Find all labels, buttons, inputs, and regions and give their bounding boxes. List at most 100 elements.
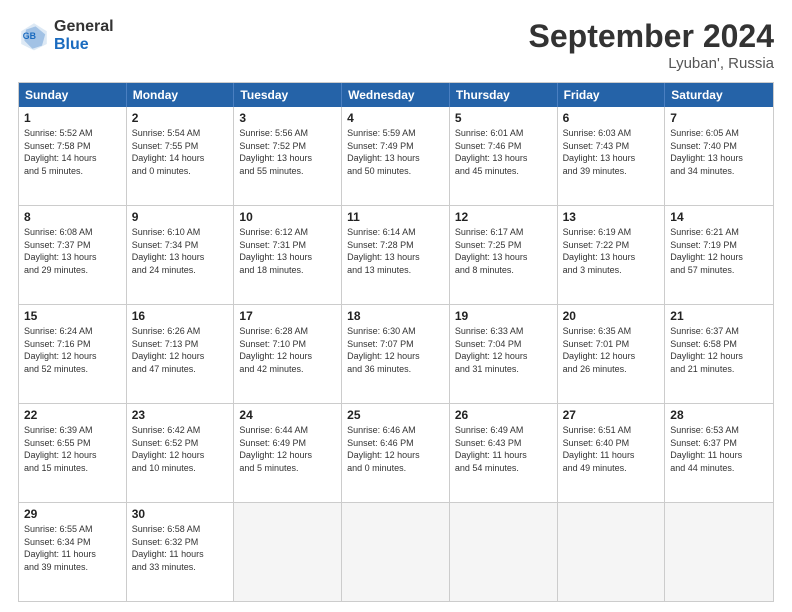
cell-info: Sunrise: 6:51 AMSunset: 6:40 PMDaylight:… [563,424,660,474]
cell-info: Sunrise: 6:49 AMSunset: 6:43 PMDaylight:… [455,424,552,474]
day-number: 12 [455,210,552,224]
cell-info: Sunrise: 6:03 AMSunset: 7:43 PMDaylight:… [563,127,660,177]
page: GB General Blue September 2024 Lyuban', … [0,0,792,612]
svg-text:GB: GB [23,31,36,41]
cell-info: Sunrise: 5:54 AMSunset: 7:55 PMDaylight:… [132,127,229,177]
cell-sun-5: 29 Sunrise: 6:55 AMSunset: 6:34 PMDaylig… [19,503,127,601]
general-blue-logo-icon: GB [18,20,50,52]
cell-mon-1: 2 Sunrise: 5:54 AMSunset: 7:55 PMDayligh… [127,107,235,205]
cell-info: Sunrise: 5:52 AMSunset: 7:58 PMDaylight:… [24,127,121,177]
day-number: 27 [563,408,660,422]
day-number: 20 [563,309,660,323]
cell-info: Sunrise: 6:39 AMSunset: 6:55 PMDaylight:… [24,424,121,474]
month-title: September 2024 [529,18,774,55]
cell-info: Sunrise: 6:01 AMSunset: 7:46 PMDaylight:… [455,127,552,177]
cell-empty-5 [665,503,773,601]
day-number: 10 [239,210,336,224]
day-number: 9 [132,210,229,224]
cell-info: Sunrise: 6:24 AMSunset: 7:16 PMDaylight:… [24,325,121,375]
header-wednesday: Wednesday [342,83,450,107]
calendar-header: Sunday Monday Tuesday Wednesday Thursday… [19,83,773,107]
calendar: Sunday Monday Tuesday Wednesday Thursday… [18,82,774,602]
cell-info: Sunrise: 6:14 AMSunset: 7:28 PMDaylight:… [347,226,444,276]
cell-empty-1 [234,503,342,601]
calendar-row-4: 22 Sunrise: 6:39 AMSunset: 6:55 PMDaylig… [19,403,773,502]
cell-info: Sunrise: 6:08 AMSunset: 7:37 PMDaylight:… [24,226,121,276]
cell-wed-4: 25 Sunrise: 6:46 AMSunset: 6:46 PMDaylig… [342,404,450,502]
cell-tue-3: 17 Sunrise: 6:28 AMSunset: 7:10 PMDaylig… [234,305,342,403]
cell-mon-2: 9 Sunrise: 6:10 AMSunset: 7:34 PMDayligh… [127,206,235,304]
cell-sun-1: 1 Sunrise: 5:52 AMSunset: 7:58 PMDayligh… [19,107,127,205]
header-sunday: Sunday [19,83,127,107]
day-number: 26 [455,408,552,422]
day-number: 2 [132,111,229,125]
location: Lyuban', Russia [529,55,774,72]
day-number: 3 [239,111,336,125]
cell-info: Sunrise: 6:35 AMSunset: 7:01 PMDaylight:… [563,325,660,375]
cell-fri-2: 13 Sunrise: 6:19 AMSunset: 7:22 PMDaylig… [558,206,666,304]
cell-sun-2: 8 Sunrise: 6:08 AMSunset: 7:37 PMDayligh… [19,206,127,304]
header-friday: Friday [558,83,666,107]
cell-info: Sunrise: 6:21 AMSunset: 7:19 PMDaylight:… [670,226,768,276]
cell-info: Sunrise: 6:28 AMSunset: 7:10 PMDaylight:… [239,325,336,375]
day-number: 28 [670,408,768,422]
day-number: 22 [24,408,121,422]
day-number: 13 [563,210,660,224]
logo: GB General Blue [18,18,114,53]
cell-thu-2: 12 Sunrise: 6:17 AMSunset: 7:25 PMDaylig… [450,206,558,304]
header-saturday: Saturday [665,83,773,107]
calendar-row-5: 29 Sunrise: 6:55 AMSunset: 6:34 PMDaylig… [19,502,773,601]
header-tuesday: Tuesday [234,83,342,107]
day-number: 19 [455,309,552,323]
day-number: 4 [347,111,444,125]
header: GB General Blue September 2024 Lyuban', … [18,18,774,72]
cell-info: Sunrise: 6:42 AMSunset: 6:52 PMDaylight:… [132,424,229,474]
calendar-row-1: 1 Sunrise: 5:52 AMSunset: 7:58 PMDayligh… [19,107,773,205]
day-number: 14 [670,210,768,224]
header-thursday: Thursday [450,83,558,107]
cell-info: Sunrise: 6:10 AMSunset: 7:34 PMDaylight:… [132,226,229,276]
logo-general: General [54,18,114,36]
cell-info: Sunrise: 5:56 AMSunset: 7:52 PMDaylight:… [239,127,336,177]
cell-sun-4: 22 Sunrise: 6:39 AMSunset: 6:55 PMDaylig… [19,404,127,502]
cell-mon-3: 16 Sunrise: 6:26 AMSunset: 7:13 PMDaylig… [127,305,235,403]
day-number: 23 [132,408,229,422]
day-number: 1 [24,111,121,125]
cell-tue-1: 3 Sunrise: 5:56 AMSunset: 7:52 PMDayligh… [234,107,342,205]
cell-info: Sunrise: 6:26 AMSunset: 7:13 PMDaylight:… [132,325,229,375]
cell-fri-1: 6 Sunrise: 6:03 AMSunset: 7:43 PMDayligh… [558,107,666,205]
day-number: 6 [563,111,660,125]
day-number: 15 [24,309,121,323]
cell-info: Sunrise: 6:53 AMSunset: 6:37 PMDaylight:… [670,424,768,474]
day-number: 11 [347,210,444,224]
day-number: 16 [132,309,229,323]
calendar-row-3: 15 Sunrise: 6:24 AMSunset: 7:16 PMDaylig… [19,304,773,403]
day-number: 24 [239,408,336,422]
cell-info: Sunrise: 6:05 AMSunset: 7:40 PMDaylight:… [670,127,768,177]
calendar-row-2: 8 Sunrise: 6:08 AMSunset: 7:37 PMDayligh… [19,205,773,304]
cell-empty-3 [450,503,558,601]
cell-info: Sunrise: 6:33 AMSunset: 7:04 PMDaylight:… [455,325,552,375]
cell-mon-5: 30 Sunrise: 6:58 AMSunset: 6:32 PMDaylig… [127,503,235,601]
cell-thu-3: 19 Sunrise: 6:33 AMSunset: 7:04 PMDaylig… [450,305,558,403]
cell-info: Sunrise: 6:44 AMSunset: 6:49 PMDaylight:… [239,424,336,474]
day-number: 18 [347,309,444,323]
cell-info: Sunrise: 6:46 AMSunset: 6:46 PMDaylight:… [347,424,444,474]
logo-blue: Blue [54,36,114,54]
cell-sat-4: 28 Sunrise: 6:53 AMSunset: 6:37 PMDaylig… [665,404,773,502]
cell-sat-3: 21 Sunrise: 6:37 AMSunset: 6:58 PMDaylig… [665,305,773,403]
cell-sat-2: 14 Sunrise: 6:21 AMSunset: 7:19 PMDaylig… [665,206,773,304]
cell-info: Sunrise: 5:59 AMSunset: 7:49 PMDaylight:… [347,127,444,177]
day-number: 29 [24,507,121,521]
cell-tue-4: 24 Sunrise: 6:44 AMSunset: 6:49 PMDaylig… [234,404,342,502]
day-number: 25 [347,408,444,422]
cell-fri-4: 27 Sunrise: 6:51 AMSunset: 6:40 PMDaylig… [558,404,666,502]
cell-info: Sunrise: 6:19 AMSunset: 7:22 PMDaylight:… [563,226,660,276]
title-block: September 2024 Lyuban', Russia [529,18,774,72]
header-monday: Monday [127,83,235,107]
calendar-body: 1 Sunrise: 5:52 AMSunset: 7:58 PMDayligh… [19,107,773,601]
cell-sat-1: 7 Sunrise: 6:05 AMSunset: 7:40 PMDayligh… [665,107,773,205]
logo-text: General Blue [54,18,114,53]
cell-thu-1: 5 Sunrise: 6:01 AMSunset: 7:46 PMDayligh… [450,107,558,205]
cell-info: Sunrise: 6:37 AMSunset: 6:58 PMDaylight:… [670,325,768,375]
